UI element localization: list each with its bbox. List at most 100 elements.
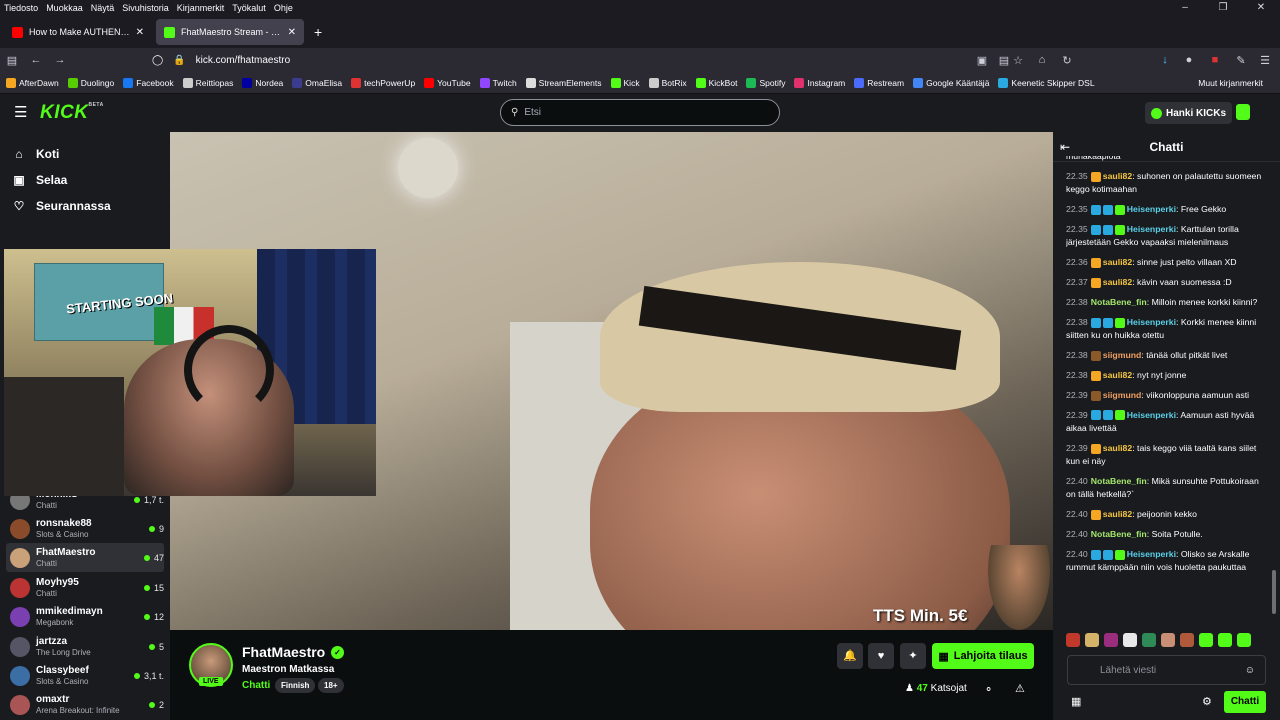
- sidebar-toggle-icon[interactable]: ▤: [0, 54, 24, 67]
- minimize-icon[interactable]: –: [1166, 0, 1204, 16]
- bookmark-item[interactable]: Restream: [854, 77, 904, 88]
- bookmark-item[interactable]: BotRix: [648, 77, 687, 88]
- chat-username[interactable]: NotaBene_fin: [1091, 476, 1147, 486]
- sidebar-channel[interactable]: jartzza The Long Drive 5: [6, 632, 164, 661]
- reload-icon[interactable]: ↻: [1055, 54, 1079, 67]
- home-icon[interactable]: ⌂: [1030, 54, 1054, 66]
- close-tab-icon[interactable]: ✕: [288, 27, 296, 38]
- chat-username[interactable]: NotaBene_fin: [1091, 529, 1147, 539]
- collapse-chat-icon[interactable]: ⇤: [1060, 140, 1070, 154]
- menu-item[interactable]: Ohje: [274, 3, 293, 13]
- bookmark-item[interactable]: StreamElements: [525, 77, 602, 88]
- bookmark-item[interactable]: Duolingo: [67, 77, 114, 88]
- sidebar-item-selaa[interactable]: ▣ Selaa: [0, 167, 170, 193]
- emote-icon[interactable]: [1085, 633, 1099, 647]
- user-avatar-icon[interactable]: [1236, 104, 1250, 120]
- chat-username[interactable]: sauli82: [1103, 171, 1132, 181]
- emote-icon[interactable]: [1142, 633, 1156, 647]
- tab-youtube[interactable]: How to Make AUTHENTIC BOLO ✕: [4, 19, 152, 45]
- sidebar-item-seurannassa[interactable]: ♡ Seurannassa: [0, 193, 170, 219]
- chat-username[interactable]: Heisenperki: [1127, 224, 1176, 234]
- sidebar-item-koti[interactable]: ⌂ Koti: [0, 141, 170, 167]
- back-icon[interactable]: ←: [24, 54, 48, 66]
- chat-username[interactable]: siigmund: [1103, 390, 1142, 400]
- chat-send-button[interactable]: Chatti: [1224, 691, 1266, 713]
- chat-username[interactable]: sauli82: [1103, 370, 1132, 380]
- menu-item[interactable]: Muokkaa: [46, 3, 83, 13]
- menu-item[interactable]: Näytä: [91, 3, 115, 13]
- bookmark-item[interactable]: Twitch: [479, 77, 517, 88]
- bookmark-item[interactable]: AfterDawn: [6, 77, 59, 88]
- tab-kick[interactable]: FhatMaestro Stream - Watch ✕: [156, 19, 304, 45]
- new-tab-icon[interactable]: +: [314, 24, 322, 40]
- chat-gift-icon[interactable]: ▦: [1071, 695, 1081, 708]
- tag-finnish[interactable]: Finnish: [275, 678, 316, 693]
- chat-scrollbar[interactable]: [1272, 570, 1276, 614]
- bookmark-item[interactable]: KickBot: [695, 77, 737, 88]
- menu-item[interactable]: Tiedosto: [4, 3, 38, 13]
- screenshot-icon[interactable]: ▣: [970, 54, 994, 67]
- menu-icon[interactable]: ☰: [1253, 54, 1277, 67]
- notification-bell-icon[interactable]: 🔔: [837, 643, 863, 669]
- chat-input[interactable]: Lähetä viesti ☺: [1067, 655, 1266, 685]
- account-icon[interactable]: ●: [1177, 54, 1201, 66]
- sidebar-channel[interactable]: omaxtr Arena Breakout: Infinite 2: [6, 690, 164, 719]
- emote-icon[interactable]: [1199, 633, 1213, 647]
- bookmark-item[interactable]: Keenetic Skipper DSL: [998, 77, 1095, 88]
- bookmark-item[interactable]: OmaElisa: [292, 77, 342, 88]
- sidebar-channel[interactable]: Classybeef Slots & Casino 3,1 t.: [6, 661, 164, 690]
- emote-icon[interactable]: [1180, 633, 1194, 647]
- extensions-icon[interactable]: ✎: [1229, 54, 1253, 67]
- bookmark-item[interactable]: Google Kääntäjä: [913, 77, 989, 88]
- sidebar-channel[interactable]: mmikedimayn Megabonk 12: [6, 602, 164, 631]
- other-bookmarks[interactable]: Muut kirjanmerkit: [1198, 78, 1263, 88]
- get-kicks-button[interactable]: Hanki KICKs: [1145, 102, 1233, 124]
- emote-icon[interactable]: [1066, 633, 1080, 647]
- chat-username[interactable]: sauli82: [1103, 277, 1132, 287]
- bookmark-item[interactable]: Kick: [610, 77, 640, 88]
- report-icon[interactable]: ⚠: [1015, 682, 1025, 695]
- restore-icon[interactable]: ❐: [1204, 0, 1242, 16]
- bookmark-item[interactable]: Instagram: [794, 77, 845, 88]
- chat-username[interactable]: Heisenperki: [1127, 549, 1176, 559]
- forward-icon[interactable]: →: [48, 54, 72, 66]
- bookmark-item[interactable]: techPowerUp: [351, 77, 415, 88]
- menu-item[interactable]: Työkalut: [232, 3, 266, 13]
- tag-18plus[interactable]: 18+: [318, 678, 344, 693]
- emote-icon[interactable]: [1218, 633, 1232, 647]
- chat-username[interactable]: sauli82: [1103, 257, 1132, 267]
- chat-username[interactable]: siigmund: [1103, 350, 1142, 360]
- menu-item[interactable]: Kirjanmerkit: [177, 3, 225, 13]
- kick-logo[interactable]: KICKBETA: [40, 102, 104, 124]
- follow-heart-icon[interactable]: ♥: [868, 643, 894, 669]
- url-bar[interactable]: ◯ 🔒 kick.com/fhatmaestro: [152, 50, 1032, 70]
- emote-icon[interactable]: [1237, 633, 1251, 647]
- bookmark-item[interactable]: Spotify: [746, 77, 785, 88]
- chat-username[interactable]: NotaBene_fin: [1091, 297, 1147, 307]
- sparkle-icon[interactable]: ✦: [900, 643, 926, 669]
- close-window-icon[interactable]: ✕: [1242, 0, 1280, 16]
- streamer-name[interactable]: FhatMaestro: [242, 644, 325, 660]
- download-icon[interactable]: ↓: [1153, 54, 1177, 66]
- sidebar-channel[interactable]: Moyhy95 Chatti 15: [6, 573, 164, 602]
- stream-category[interactable]: Chatti: [242, 680, 270, 691]
- emote-icon[interactable]: [1123, 633, 1137, 647]
- chat-username[interactable]: sauli82: [1103, 509, 1132, 519]
- sidebar-channel[interactable]: ronsnake88 Slots & Casino 9: [6, 514, 164, 543]
- extension-badge-icon[interactable]: ■: [1203, 54, 1227, 66]
- share-icon[interactable]: ⚬: [984, 683, 993, 696]
- emote-icon[interactable]: [1161, 633, 1175, 647]
- chat-username[interactable]: Heisenperki: [1127, 204, 1176, 214]
- chat-username[interactable]: sauli82: [1103, 443, 1132, 453]
- chat-username[interactable]: Heisenperki: [1127, 317, 1176, 327]
- hamburger-menu-icon[interactable]: ☰: [14, 103, 27, 121]
- sidebar-channel[interactable]: FhatMaestro Chatti 47: [6, 543, 164, 572]
- chat-settings-icon[interactable]: ⚙: [1202, 695, 1212, 708]
- bookmark-item[interactable]: Facebook: [123, 77, 174, 88]
- close-tab-icon[interactable]: ✕: [136, 27, 144, 38]
- bookmark-item[interactable]: Nordea: [242, 77, 283, 88]
- emoji-icon[interactable]: ☺: [1245, 665, 1255, 676]
- bookmark-item[interactable]: Reittiopas: [182, 77, 233, 88]
- chat-username[interactable]: Heisenperki: [1127, 410, 1176, 420]
- bookmark-item[interactable]: YouTube: [424, 77, 471, 88]
